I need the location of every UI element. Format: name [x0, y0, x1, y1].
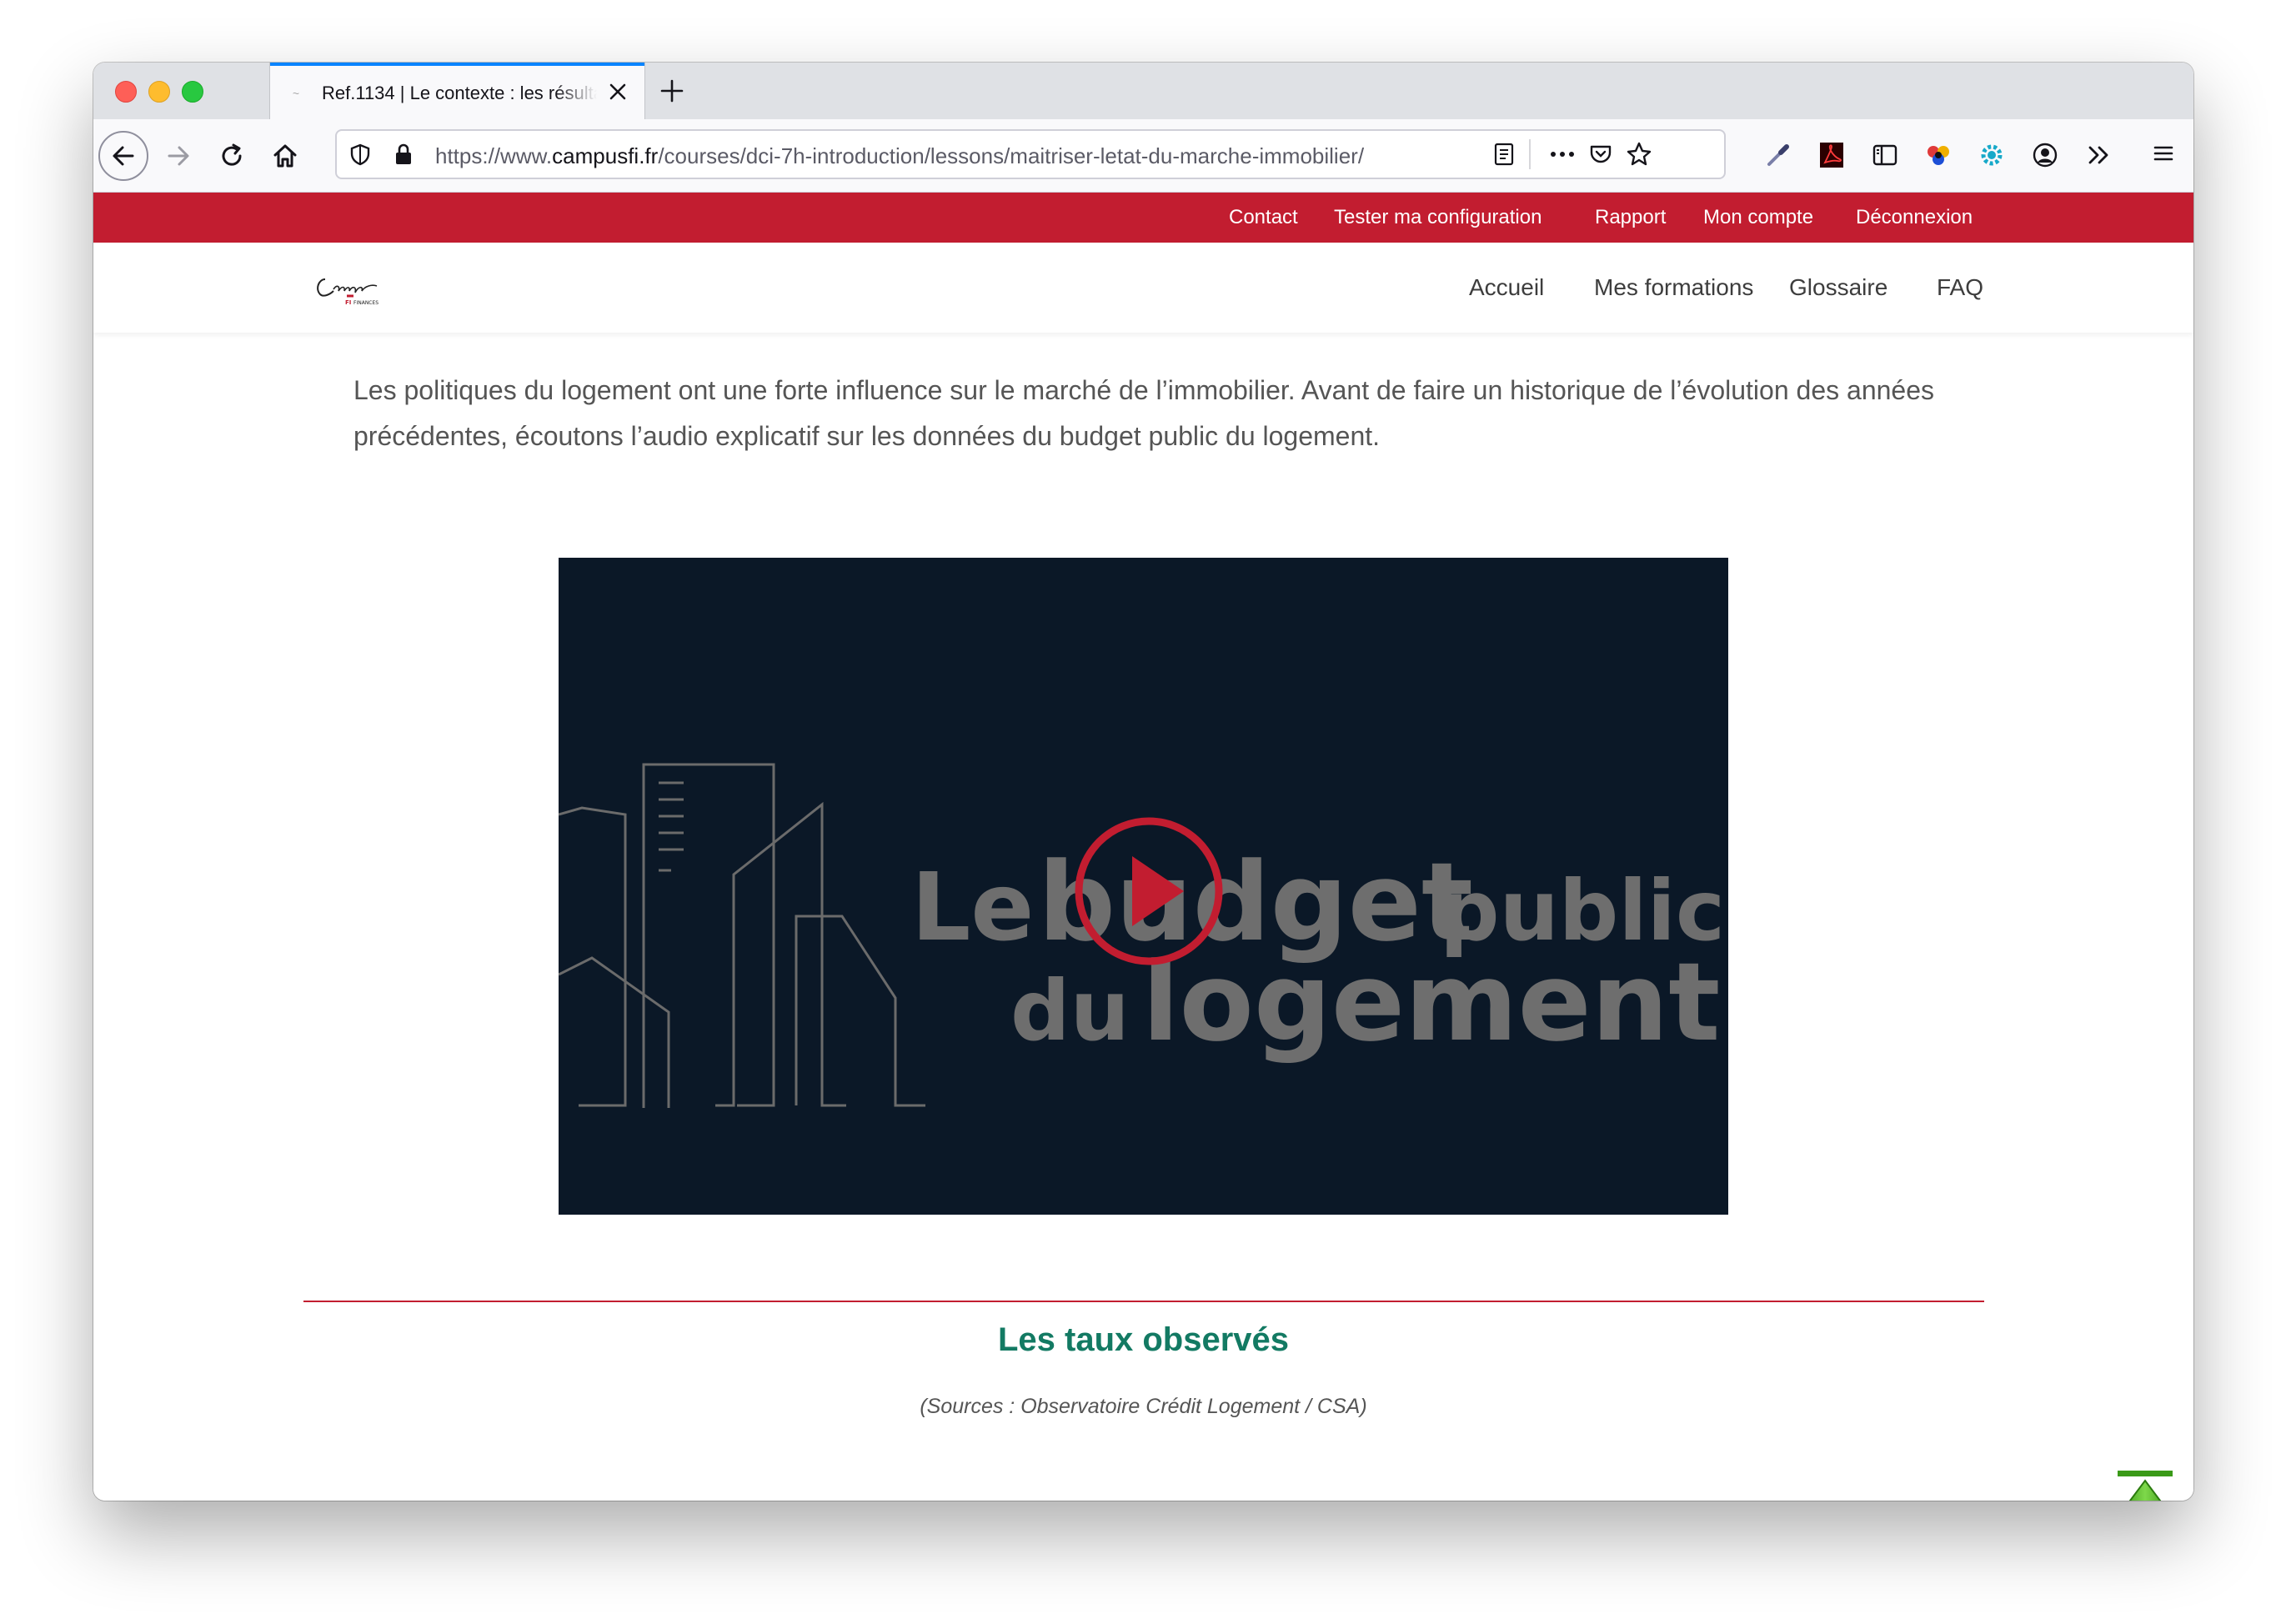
sidebar-icon[interactable] [1867, 138, 1902, 173]
account-icon[interactable] [2028, 138, 2063, 173]
more-actions-icon[interactable] [1549, 141, 1576, 168]
nav-item-mes-formations[interactable]: Mes formations [1594, 274, 1753, 301]
active-tab[interactable]: ~ Ref.1134 | Le contexte : les résultats [270, 63, 644, 119]
browser-window: ~ Ref.1134 | Le contexte : les résultats [93, 63, 2193, 1501]
building-skyline-illustration [559, 763, 925, 1108]
video-title-logement: logement [1142, 939, 1720, 1065]
new-tab-icon[interactable] [655, 74, 689, 108]
page-icon: ~ [292, 87, 300, 100]
topbar-link-deconnexion[interactable]: Déconnexion [1856, 206, 1973, 229]
url-domain: campusfi.fr [552, 143, 659, 168]
tab-strip: ~ Ref.1134 | Le contexte : les résultats [93, 63, 2193, 119]
svg-text:FINANCES: FINANCES [353, 300, 378, 306]
address-bar[interactable]: https://www.campusfi.fr/courses/dci-7h-i… [335, 129, 1726, 179]
close-tab-icon[interactable] [604, 78, 632, 106]
hamburger-menu-icon[interactable] [2146, 136, 2181, 171]
top-utility-bar: Contact Tester ma configuration Rapport … [93, 193, 2193, 243]
arrow-left-icon [113, 146, 134, 166]
navigation-toolbar: https://www.campusfi.fr/courses/dci-7h-i… [93, 119, 2193, 193]
url-prefix: https://www. [435, 143, 553, 168]
url-text[interactable]: https://www.campusfi.fr/courses/dci-7h-i… [435, 143, 1486, 169]
url-path: /courses/dci-7h-introduction/lessons/mai… [658, 143, 1365, 168]
section-source-note: (Sources : Observatoire Crédit Logement … [920, 1395, 1367, 1418]
nav-item-accueil[interactable]: Accueil [1469, 274, 1544, 301]
video-title-le: Le [911, 854, 1034, 962]
close-window-button[interactable] [115, 81, 137, 103]
overflow-chevrons-icon[interactable] [2081, 138, 2116, 173]
video-title-du: du [1010, 962, 1130, 1060]
zoom-window-button[interactable] [182, 81, 203, 103]
reader-view-icon[interactable] [1491, 141, 1517, 168]
eyedropper-icon[interactable] [1761, 138, 1796, 173]
topbar-link-tester-configuration[interactable]: Tester ma configuration [1334, 206, 1542, 229]
arrow-right-icon [168, 146, 189, 166]
topbar-link-rapport[interactable]: Rapport [1595, 206, 1666, 229]
nav-item-glossaire[interactable]: Glossaire [1789, 274, 1887, 301]
video-thumbnail: Le budget public du logement [559, 763, 1725, 1108]
tab-title: Ref.1134 | Le contexte : les résultats [322, 83, 597, 103]
minimize-window-button[interactable] [148, 81, 170, 103]
back-button[interactable] [98, 131, 148, 181]
section-title: Les taux observés [997, 1321, 1290, 1358]
pocket-icon[interactable] [1587, 141, 1614, 168]
pdf-icon[interactable] [1814, 138, 1849, 173]
home-icon [273, 144, 297, 168]
gear-extension-icon[interactable] [1974, 138, 2009, 173]
nav-item-faq[interactable]: FAQ [1937, 274, 1983, 301]
topbar-link-contact[interactable]: Contact [1229, 206, 1298, 229]
site-header: FI FINANCES Accueil Mes formations Gloss… [93, 243, 2193, 333]
bookmark-star-icon[interactable] [1626, 141, 1652, 168]
url-separator [1529, 139, 1531, 169]
shield-icon[interactable] [347, 141, 373, 168]
home-button[interactable] [260, 131, 310, 181]
svg-text:FI: FI [345, 299, 351, 306]
reload-icon [222, 143, 242, 166]
intro-paragraph: Les politiques du logement ont une forte… [353, 375, 1934, 451]
color-dots-icon[interactable] [1921, 138, 1956, 173]
forward-button[interactable] [153, 131, 203, 181]
scroll-to-top-arrow-icon[interactable] [2116, 1471, 2174, 1501]
topbar-link-mon-compte[interactable]: Mon compte [1703, 206, 1813, 229]
campus-finances-logo[interactable]: FI FINANCES [313, 268, 397, 311]
section-divider [303, 1301, 1984, 1302]
web-page: Contact Tester ma configuration Rapport … [93, 193, 2193, 1501]
video-player[interactable]: Le budget public du logement [559, 558, 1728, 1215]
video-title-text: Le budget public du logement [911, 839, 1725, 1065]
reload-button[interactable] [207, 131, 257, 181]
lock-icon[interactable] [390, 141, 417, 168]
